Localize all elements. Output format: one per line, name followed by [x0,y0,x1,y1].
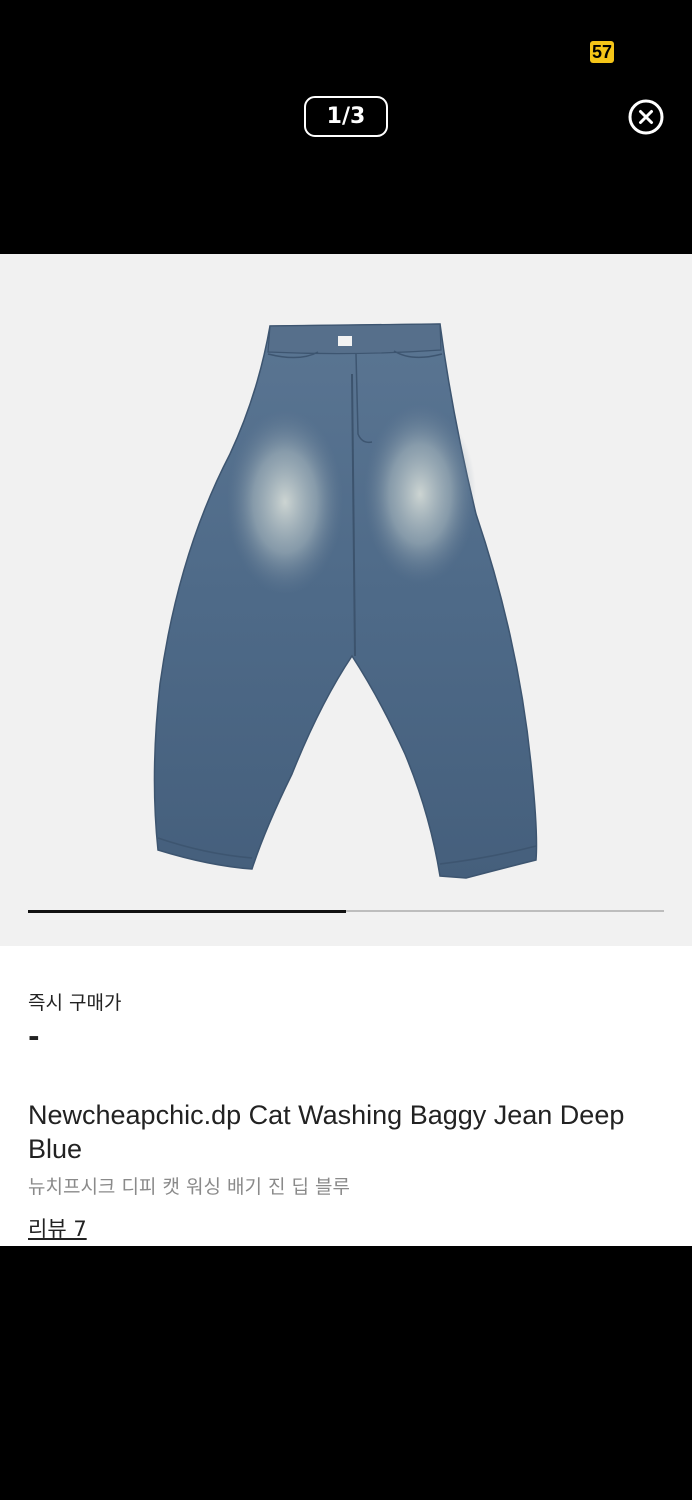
review-link[interactable]: 리뷰 7 [28,1213,87,1243]
product-subtitle: 뉴치프시크 디피 캣 워싱 배기 진 딥 블루 [28,1176,350,1198]
close-button[interactable] [628,99,664,135]
instant-price-value: - [28,1020,40,1053]
gallery-progress-track [28,909,664,913]
instant-price-label: 즉시 구매가 [28,992,122,1014]
image-pager-counter: 1/3 [304,96,388,137]
product-info-panel: 즉시 구매가 - Newcheapchic.dp Cat Washing Bag… [0,946,692,1246]
product-image [153,323,538,879]
gallery-progress-fill [28,909,346,913]
product-title: Newcheapchic.dp Cat Washing Baggy Jean D… [28,1100,625,1164]
close-circle-icon [628,99,664,135]
image-gallery[interactable] [0,254,692,946]
status-badge: 57 [590,41,614,63]
